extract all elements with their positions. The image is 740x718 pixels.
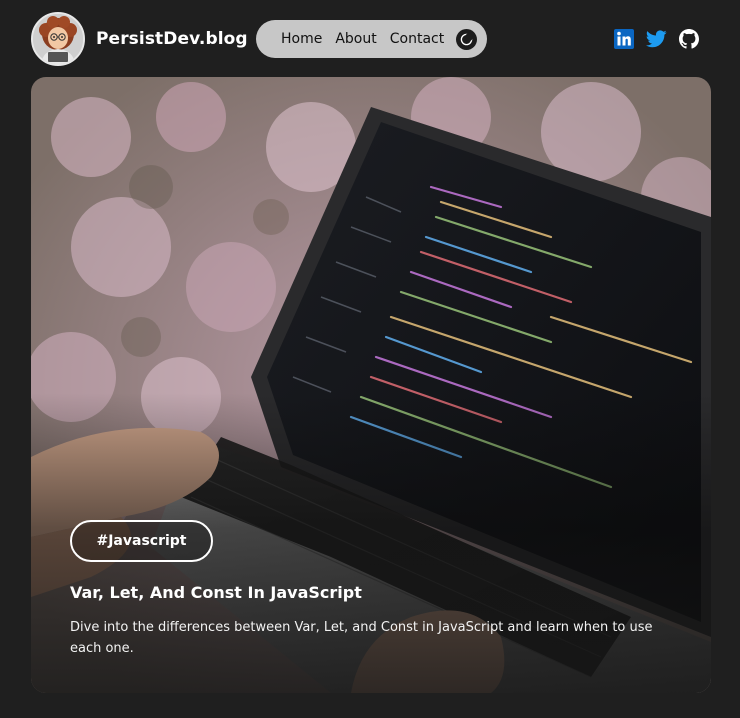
- featured-post-card[interactable]: #Javascript Var, Let, And Const In JavaS…: [31, 77, 711, 693]
- linkedin-link[interactable]: [614, 29, 634, 49]
- github-icon: [679, 29, 699, 49]
- twitter-icon: [645, 30, 667, 48]
- site-header: PersistDev.blog Home About Contact: [0, 0, 740, 78]
- github-link[interactable]: [679, 29, 699, 49]
- nav-home-link[interactable]: Home: [281, 30, 322, 48]
- theme-toggle-button[interactable]: [456, 28, 478, 50]
- nav-about-link[interactable]: About: [335, 30, 376, 48]
- avatar-illustration: [33, 14, 83, 64]
- linkedin-icon: [614, 29, 634, 49]
- nav-contact-link[interactable]: Contact: [390, 30, 444, 48]
- post-tag-button[interactable]: #Javascript: [70, 520, 213, 562]
- twitter-link[interactable]: [645, 29, 667, 49]
- moon-icon: [460, 32, 474, 45]
- post-title[interactable]: Var, Let, And Const In JavaScript: [70, 582, 670, 604]
- avatar[interactable]: [31, 12, 85, 66]
- main-nav: Home About Contact: [256, 20, 487, 58]
- post-description: Dive into the differences between Var, L…: [70, 620, 653, 656]
- site-title[interactable]: PersistDev.blog: [96, 28, 248, 50]
